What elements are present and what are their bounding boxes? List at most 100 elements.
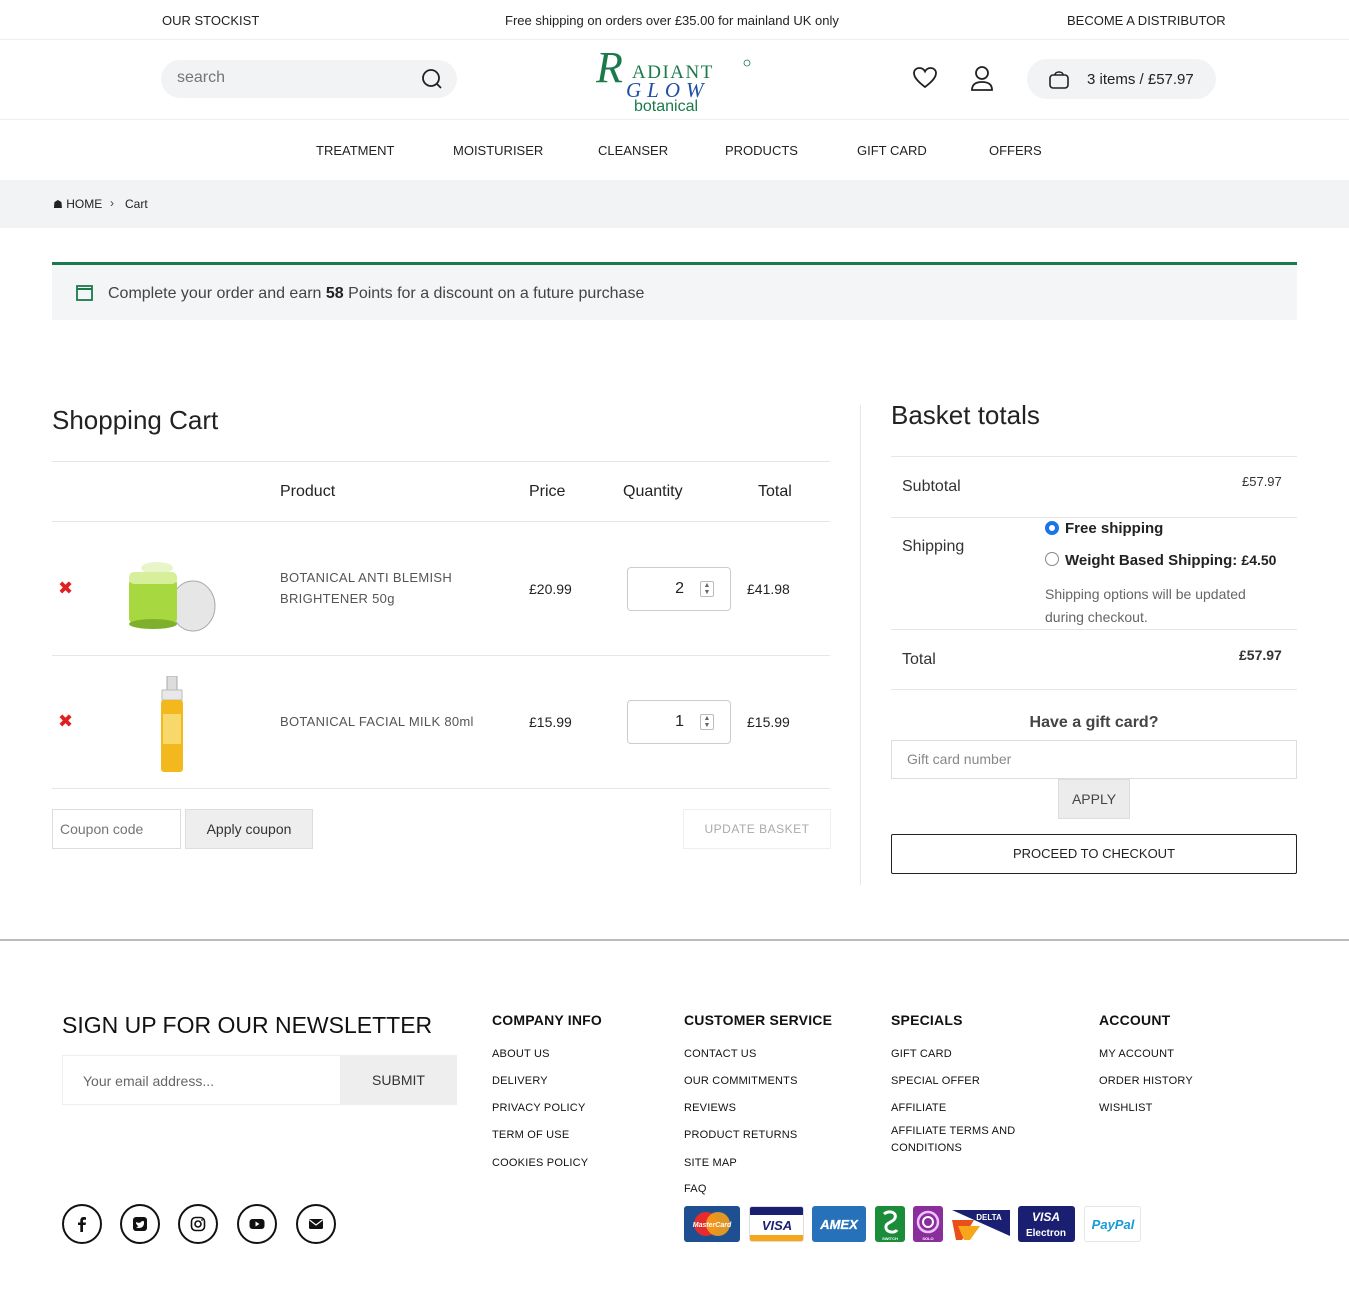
shipping-note: Shipping options will be updated during … bbox=[1045, 586, 1246, 625]
newsletter-email-input[interactable]: Your email address... bbox=[62, 1055, 340, 1105]
email-envelope-icon[interactable] bbox=[296, 1204, 336, 1244]
site-logo[interactable]: R ADIANT GLOW botanical bbox=[595, 43, 756, 115]
col-quantity: Quantity bbox=[623, 483, 683, 500]
footer-link[interactable]: AFFILIATE TERMS AND CONDITIONS bbox=[891, 1123, 1031, 1157]
points-notice: Complete your order and earn 58 Points f… bbox=[52, 262, 1297, 320]
gift-card-title: Have a gift card? bbox=[1029, 714, 1159, 731]
nav-cleanser[interactable]: CLEANSER bbox=[598, 143, 668, 158]
breadcrumb-home-label: HOME bbox=[66, 197, 103, 211]
spinner-arrows-icon[interactable]: ▲ ▼ bbox=[700, 581, 714, 597]
basket-totals-title: Basket totals bbox=[891, 400, 1040, 430]
footer-link[interactable]: PRODUCT RETURNS bbox=[684, 1127, 797, 1144]
become-distributor-link[interactable]: BECOME A DISTRIBUTOR bbox=[1067, 13, 1226, 28]
newsletter-submit-button[interactable]: SUBMIT bbox=[340, 1055, 457, 1105]
update-basket-button[interactable]: UPDATE BASKET bbox=[683, 809, 831, 849]
breadcrumb-current: Cart bbox=[125, 197, 148, 211]
top-bar: OUR STOCKIST Free shipping on orders ove… bbox=[0, 0, 1349, 40]
footer-link[interactable]: ORDER HISTORY bbox=[1099, 1073, 1193, 1090]
footer-link[interactable]: DELIVERY bbox=[492, 1073, 548, 1090]
search-icon[interactable] bbox=[421, 68, 443, 95]
quantity-value: 2 bbox=[675, 580, 684, 597]
footer-link[interactable]: PRIVACY POLICY bbox=[492, 1100, 585, 1117]
total-label: Total bbox=[902, 651, 936, 668]
footer-col-specials: SPECIALS bbox=[891, 1012, 963, 1028]
svg-text:VISA: VISA bbox=[762, 1218, 792, 1233]
weight-shipping-radio[interactable] bbox=[1045, 552, 1059, 566]
divider bbox=[52, 655, 830, 656]
account-user-icon[interactable] bbox=[969, 64, 995, 97]
youtube-icon[interactable] bbox=[237, 1204, 277, 1244]
nav-moisturiser[interactable]: MOISTURISER bbox=[453, 143, 543, 158]
footer-link[interactable]: ABOUT US bbox=[492, 1046, 550, 1063]
footer-link[interactable]: REVIEWS bbox=[684, 1100, 736, 1117]
footer-link[interactable]: GIFT CARD bbox=[891, 1046, 952, 1063]
cart-button[interactable]: 3 items / £57.97 bbox=[1027, 59, 1216, 99]
logo-initial: R bbox=[596, 46, 623, 92]
product-thumbnail-bottle[interactable] bbox=[159, 675, 185, 774]
product-price: £20.99 bbox=[529, 581, 572, 597]
footer-link[interactable]: SITE MAP bbox=[684, 1155, 737, 1172]
free-shipping-banner: Free shipping on orders over £35.00 for … bbox=[505, 13, 839, 28]
footer-link[interactable]: TERM OF USE bbox=[492, 1127, 569, 1144]
proceed-to-checkout-button[interactable]: PROCEED TO CHECKOUT bbox=[891, 834, 1297, 874]
visa-icon: VISA bbox=[749, 1206, 804, 1242]
points-message: Complete your order and earn 58 Points f… bbox=[108, 285, 645, 302]
divider bbox=[52, 788, 830, 789]
nav-treatment[interactable]: TREATMENT bbox=[316, 143, 394, 158]
calendar-icon bbox=[76, 285, 93, 306]
logo-line3: botanical bbox=[634, 98, 698, 114]
breadcrumb-home[interactable]: ☗ HOME bbox=[53, 197, 102, 211]
product-name[interactable]: BOTANICAL FACIAL MILK 80ml bbox=[280, 711, 490, 732]
free-shipping-label[interactable]: Free shipping bbox=[1065, 520, 1163, 537]
footer-link[interactable]: MY ACCOUNT bbox=[1099, 1046, 1174, 1063]
gift-card-input[interactable]: Gift card number bbox=[891, 740, 1297, 779]
quantity-stepper[interactable]: 1 ▲ ▼ bbox=[627, 700, 731, 744]
col-price: Price bbox=[529, 483, 566, 500]
remove-item-icon[interactable]: ✖ bbox=[58, 578, 73, 599]
footer-link[interactable]: FAQ bbox=[684, 1181, 707, 1198]
spinner-arrows-icon[interactable]: ▲ ▼ bbox=[700, 714, 714, 730]
wishlist-heart-icon[interactable] bbox=[912, 66, 938, 95]
footer-link[interactable]: CONTACT US bbox=[684, 1046, 757, 1063]
gift-card-apply-button[interactable]: APPLY bbox=[1058, 779, 1130, 819]
product-name[interactable]: BOTANICAL ANTI BLEMISH BRIGHTENER 50g bbox=[280, 567, 480, 609]
footer-link[interactable]: AFFILIATE bbox=[891, 1100, 946, 1117]
divider bbox=[891, 456, 1297, 457]
remove-item-icon[interactable]: ✖ bbox=[58, 711, 73, 732]
weight-shipping-label[interactable]: Weight Based Shipping: £4.50 bbox=[1065, 552, 1276, 569]
svg-text:SWITCH: SWITCH bbox=[882, 1236, 898, 1241]
nav-products[interactable]: PRODUCTS bbox=[725, 143, 798, 158]
search-input[interactable] bbox=[177, 69, 407, 87]
footer-link[interactable]: WISHLIST bbox=[1099, 1100, 1153, 1117]
product-price: £15.99 bbox=[529, 714, 572, 730]
instagram-icon[interactable] bbox=[178, 1204, 218, 1244]
subtotal-value: £57.97 bbox=[1242, 474, 1282, 489]
facebook-icon[interactable] bbox=[62, 1204, 102, 1244]
solo-icon: SOLO bbox=[913, 1206, 943, 1242]
shopping-bag-icon bbox=[1048, 68, 1070, 95]
coupon-code-input[interactable] bbox=[52, 809, 181, 849]
divider bbox=[891, 629, 1297, 630]
switch-icon: SWITCH bbox=[875, 1206, 905, 1242]
search-box bbox=[161, 60, 457, 98]
twitter-icon[interactable] bbox=[120, 1204, 160, 1244]
column-divider bbox=[860, 405, 861, 885]
svg-text:MasterCard: MasterCard bbox=[693, 1222, 732, 1229]
footer-link[interactable]: OUR COMMITMENTS bbox=[684, 1073, 798, 1090]
shipping-label: Shipping bbox=[902, 538, 965, 555]
footer-link[interactable]: COOKIES POLICY bbox=[492, 1155, 588, 1172]
chevron-right-icon: › bbox=[110, 196, 114, 210]
nav-gift-card[interactable]: GIFT CARD bbox=[857, 143, 927, 158]
free-shipping-radio[interactable] bbox=[1045, 521, 1059, 535]
newsletter-title: SIGN UP FOR OUR NEWSLETTER bbox=[62, 1012, 433, 1038]
product-thumbnail-jar[interactable] bbox=[127, 558, 219, 634]
apply-coupon-button[interactable]: Apply coupon bbox=[185, 809, 313, 849]
quantity-stepper[interactable]: 2 ▲ ▼ bbox=[627, 567, 731, 611]
home-icon: ☗ bbox=[53, 199, 63, 211]
nav-offers[interactable]: OFFERS bbox=[989, 143, 1042, 158]
footer-divider bbox=[0, 939, 1349, 941]
footer-link[interactable]: SPECIAL OFFER bbox=[891, 1073, 980, 1090]
paypal-icon: PayPal bbox=[1084, 1206, 1141, 1242]
our-stockist-link[interactable]: OUR STOCKIST bbox=[162, 13, 259, 28]
visa-electron-icon: VISA Electron bbox=[1018, 1206, 1075, 1242]
